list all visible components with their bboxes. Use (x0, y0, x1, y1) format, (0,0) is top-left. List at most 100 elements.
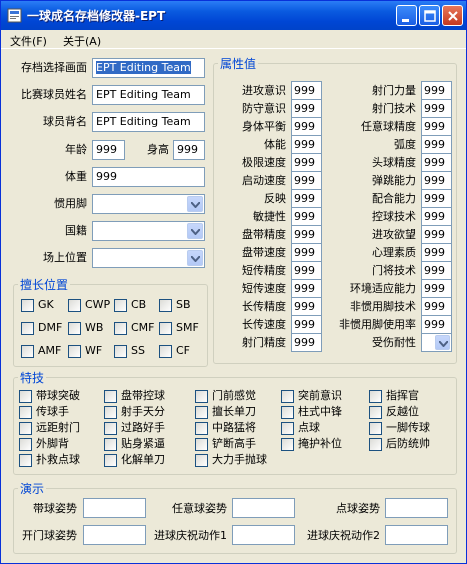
demo-field[interactable] (83, 525, 146, 545)
position-checkbox[interactable]: DMF (21, 321, 62, 335)
field-position-label: 场上位置 (43, 251, 87, 264)
position-checkbox[interactable]: WB (68, 321, 103, 335)
skill-checkbox[interactable]: 反越位 (369, 405, 419, 419)
attr-label: 进攻意识 (242, 84, 286, 97)
attr-field[interactable]: 999 (421, 135, 452, 154)
attr-field[interactable]: 999 (291, 297, 322, 316)
attr-label: 弧度 (394, 138, 416, 151)
close-button[interactable] (442, 5, 463, 26)
attr-field[interactable]: 999 (421, 189, 452, 208)
chevron-down-icon[interactable] (187, 250, 203, 266)
back-name-field[interactable]: EPT Editing Team (92, 112, 205, 132)
attr-field[interactable]: 999 (291, 99, 322, 118)
skill-checkbox[interactable]: 过路好手 (104, 421, 165, 435)
attr-field[interactable]: 999 (421, 261, 452, 280)
attr-field[interactable]: 999 (291, 315, 322, 334)
skill-checkbox[interactable]: 化解单刀 (104, 453, 165, 467)
skill-checkbox[interactable]: 掩护补位 (281, 437, 342, 451)
attr-field[interactable]: 999 (291, 117, 322, 136)
position-checkbox[interactable]: SB (159, 298, 191, 312)
attr-field[interactable]: 999 (291, 279, 322, 298)
attr-field[interactable]: 999 (421, 243, 452, 262)
skill-checkbox[interactable]: 远距射门 (19, 421, 80, 435)
attr-label: 启动速度 (242, 174, 286, 187)
maximize-button[interactable] (419, 5, 440, 26)
attr-field[interactable]: 999 (291, 225, 322, 244)
attr-field[interactable]: 999 (291, 81, 322, 100)
attr-field[interactable]: 999 (291, 261, 322, 280)
minimize-button[interactable] (396, 5, 417, 26)
attr-field[interactable]: 999 (291, 207, 322, 226)
attr-field[interactable]: 999 (291, 333, 322, 352)
height-field[interactable]: 999 (173, 140, 205, 160)
skill-checkbox[interactable]: 贴身紧逼 (104, 437, 165, 451)
match-name-field[interactable]: EPT Editing Team (92, 85, 205, 105)
skill-checkbox[interactable]: 外脚背 (19, 437, 69, 451)
position-checkbox[interactable]: WF (68, 344, 102, 358)
skill-checkbox[interactable]: 扑救点球 (19, 453, 80, 467)
attr-field[interactable]: 999 (291, 243, 322, 262)
skill-checkbox[interactable]: 大力手抛球 (195, 453, 267, 467)
skill-checkbox[interactable]: 带球突破 (19, 389, 80, 403)
demo-field[interactable] (83, 498, 146, 518)
skill-checkbox[interactable]: 门前感觉 (195, 389, 256, 403)
attr-field[interactable]: 999 (291, 171, 322, 190)
demo-field[interactable] (232, 525, 295, 545)
attr-field[interactable]: 999 (421, 117, 452, 136)
attr-field[interactable]: 999 (421, 297, 452, 316)
save-select-field[interactable]: EPT Editing Team (92, 58, 205, 78)
menu-file[interactable]: 文件(F) (10, 33, 47, 49)
position-checkbox[interactable]: AMF (21, 344, 61, 358)
chevron-down-icon[interactable] (435, 335, 450, 350)
menu-about[interactable]: 关于(A) (63, 33, 101, 49)
skill-checkbox[interactable]: 铲断高手 (195, 437, 256, 451)
chevron-down-icon[interactable] (187, 196, 203, 212)
attr-field[interactable]: 999 (421, 315, 452, 334)
demo-field[interactable] (385, 525, 448, 545)
injury-resistance-select[interactable] (421, 333, 452, 352)
chevron-down-icon[interactable] (187, 223, 203, 239)
skill-checkbox[interactable]: 点球 (281, 421, 320, 435)
skill-checkbox[interactable]: 中路猛将 (195, 421, 256, 435)
position-checkbox[interactable]: SMF (159, 321, 199, 335)
skill-checkbox[interactable]: 指挥官 (369, 389, 419, 403)
foot-select[interactable] (92, 194, 205, 214)
position-checkbox[interactable]: CF (159, 344, 190, 358)
attr-label: 短传速度 (242, 282, 286, 295)
attr-field[interactable]: 999 (291, 153, 322, 172)
attr-field[interactable]: 999 (421, 207, 452, 226)
attr-field[interactable]: 999 (291, 189, 322, 208)
position-checkbox[interactable]: CWP (68, 298, 110, 312)
attr-field[interactable]: 999 (421, 225, 452, 244)
attr-field[interactable]: 999 (291, 135, 322, 154)
attr-field[interactable]: 999 (421, 81, 452, 100)
attr-label: 极限速度 (242, 156, 286, 169)
demo-field[interactable] (232, 498, 295, 518)
title-bar[interactable]: 一球成名存档修改器-EPT (1, 1, 466, 30)
skill-checkbox[interactable]: 传球手 (19, 405, 69, 419)
attr-field[interactable]: 999 (421, 279, 452, 298)
skill-checkbox[interactable]: 擅长单刀 (195, 405, 256, 419)
attr-field[interactable]: 999 (421, 171, 452, 190)
demo-label: 带球姿势 (33, 502, 77, 515)
skill-checkbox[interactable]: 射手天分 (104, 405, 165, 419)
attr-label: 头球精度 (372, 156, 416, 169)
nationality-select[interactable] (92, 221, 205, 241)
position-checkbox[interactable]: SS (114, 344, 145, 358)
skill-checkbox[interactable]: 一脚传球 (369, 421, 430, 435)
demo-field[interactable] (385, 498, 448, 518)
skill-checkbox[interactable]: 盘带控球 (104, 389, 165, 403)
position-checkbox[interactable]: GK (21, 298, 54, 312)
field-position-select[interactable] (92, 248, 205, 268)
attr-label: 任意球精度 (361, 120, 416, 133)
skill-checkbox[interactable]: 柱式中锋 (281, 405, 342, 419)
age-field[interactable]: 999 (92, 140, 125, 160)
skill-checkbox[interactable]: 突前意识 (281, 389, 342, 403)
attr-field[interactable]: 999 (421, 153, 452, 172)
skill-checkbox[interactable]: 后防统帅 (369, 437, 430, 451)
menu-bar: 文件(F) 关于(A) (1, 30, 466, 49)
attr-field[interactable]: 999 (421, 99, 452, 118)
weight-field[interactable]: 999 (92, 167, 205, 187)
position-checkbox[interactable]: CMF (114, 321, 155, 335)
position-checkbox[interactable]: CB (114, 298, 146, 312)
